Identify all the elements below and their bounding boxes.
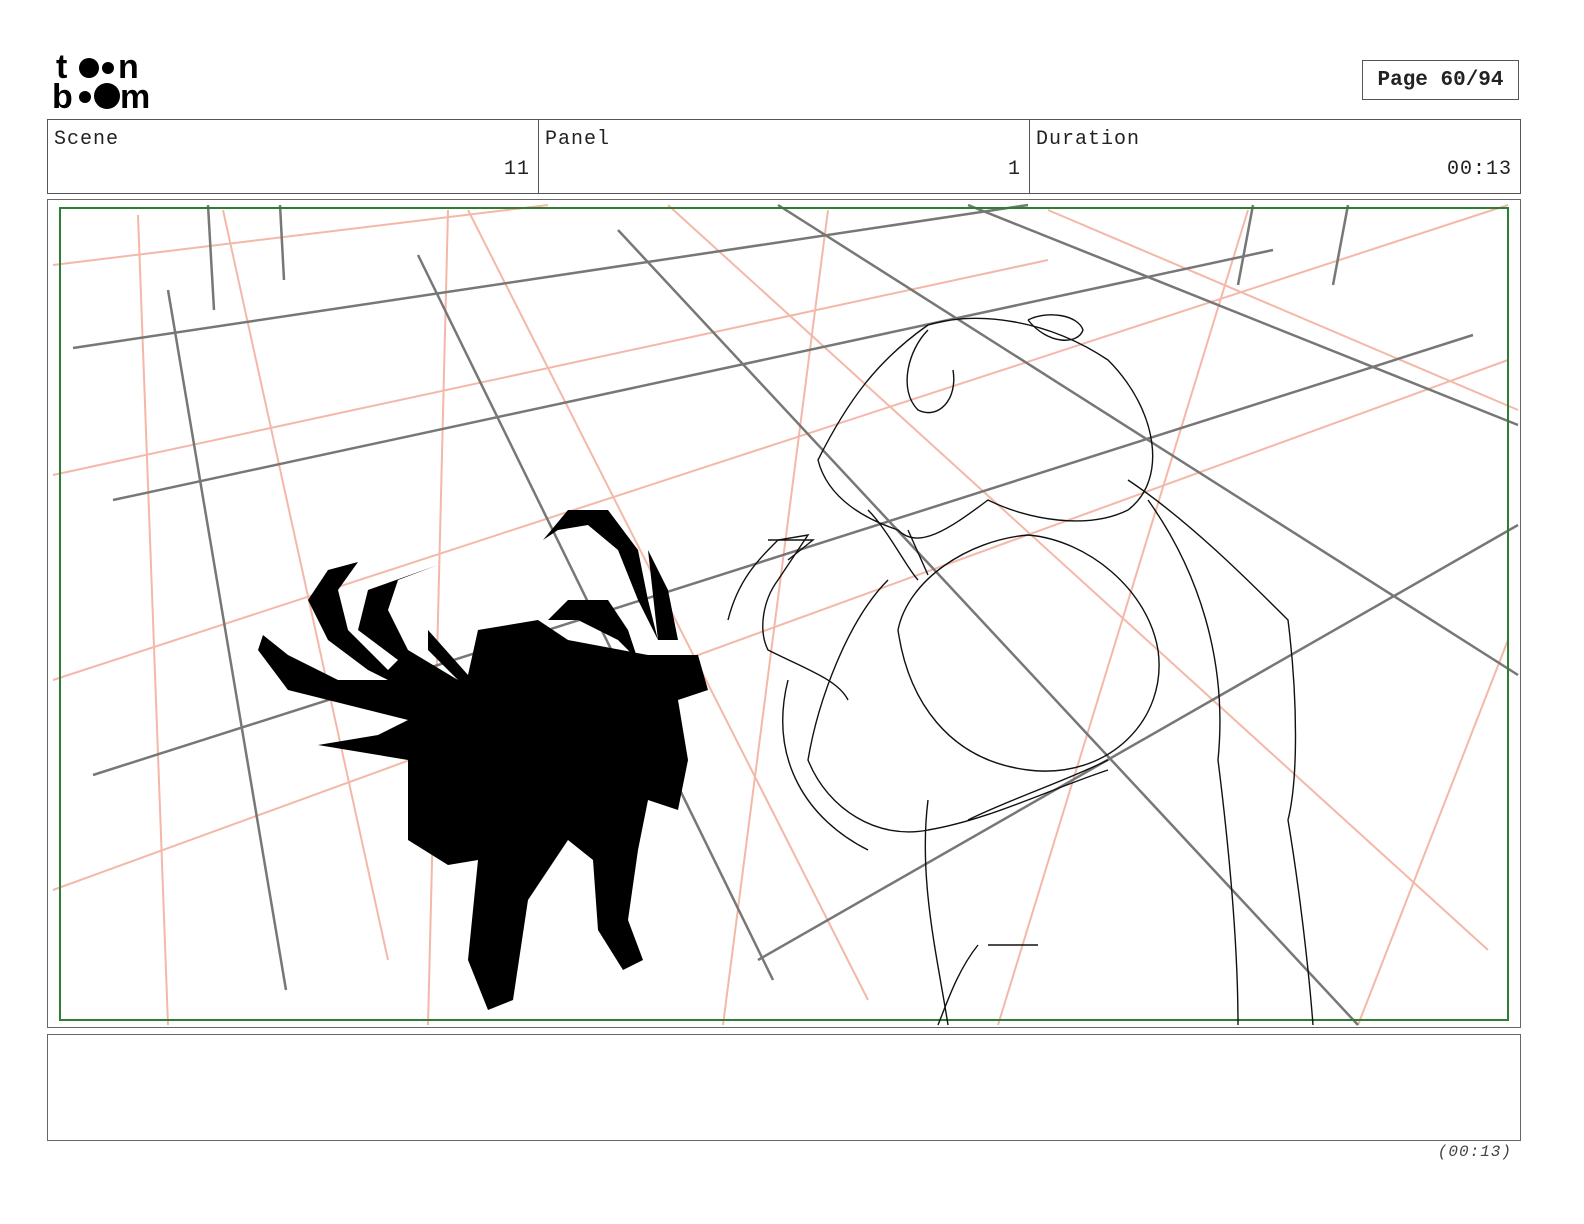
duration-cell: Duration 00:13 — [1030, 120, 1520, 193]
perspective-grid-gray — [72, 203, 1519, 1026]
page-number: Page 60/94 — [1362, 60, 1519, 100]
svg-text:m: m — [120, 78, 150, 112]
bear-character-sketch — [727, 314, 1314, 1026]
toon-boom-logo: t n b m — [52, 48, 164, 116]
panel-cell: Panel 1 — [539, 120, 1030, 193]
duration-value: 00:13 — [1446, 158, 1512, 181]
panel-value: 1 — [1007, 158, 1021, 181]
panel-label: Panel — [545, 128, 611, 151]
scene-label: Scene — [54, 128, 120, 151]
duration-label: Duration — [1036, 128, 1141, 151]
perspective-grid-pink — [52, 204, 1519, 1026]
scene-value: 11 — [503, 158, 530, 181]
panel-info-header: Scene 11 Panel 1 Duration 00:13 — [47, 119, 1521, 194]
safe-frame — [59, 207, 1509, 1021]
creature-silhouette — [258, 510, 708, 1010]
storyboard-panel-image — [47, 199, 1521, 1028]
panel-notes-area — [47, 1034, 1521, 1141]
footer-duration: (00:13) — [1437, 1143, 1512, 1161]
svg-text:b: b — [52, 78, 73, 112]
scene-cell: Scene 11 — [48, 120, 539, 193]
panel-sketch — [52, 203, 1519, 1026]
